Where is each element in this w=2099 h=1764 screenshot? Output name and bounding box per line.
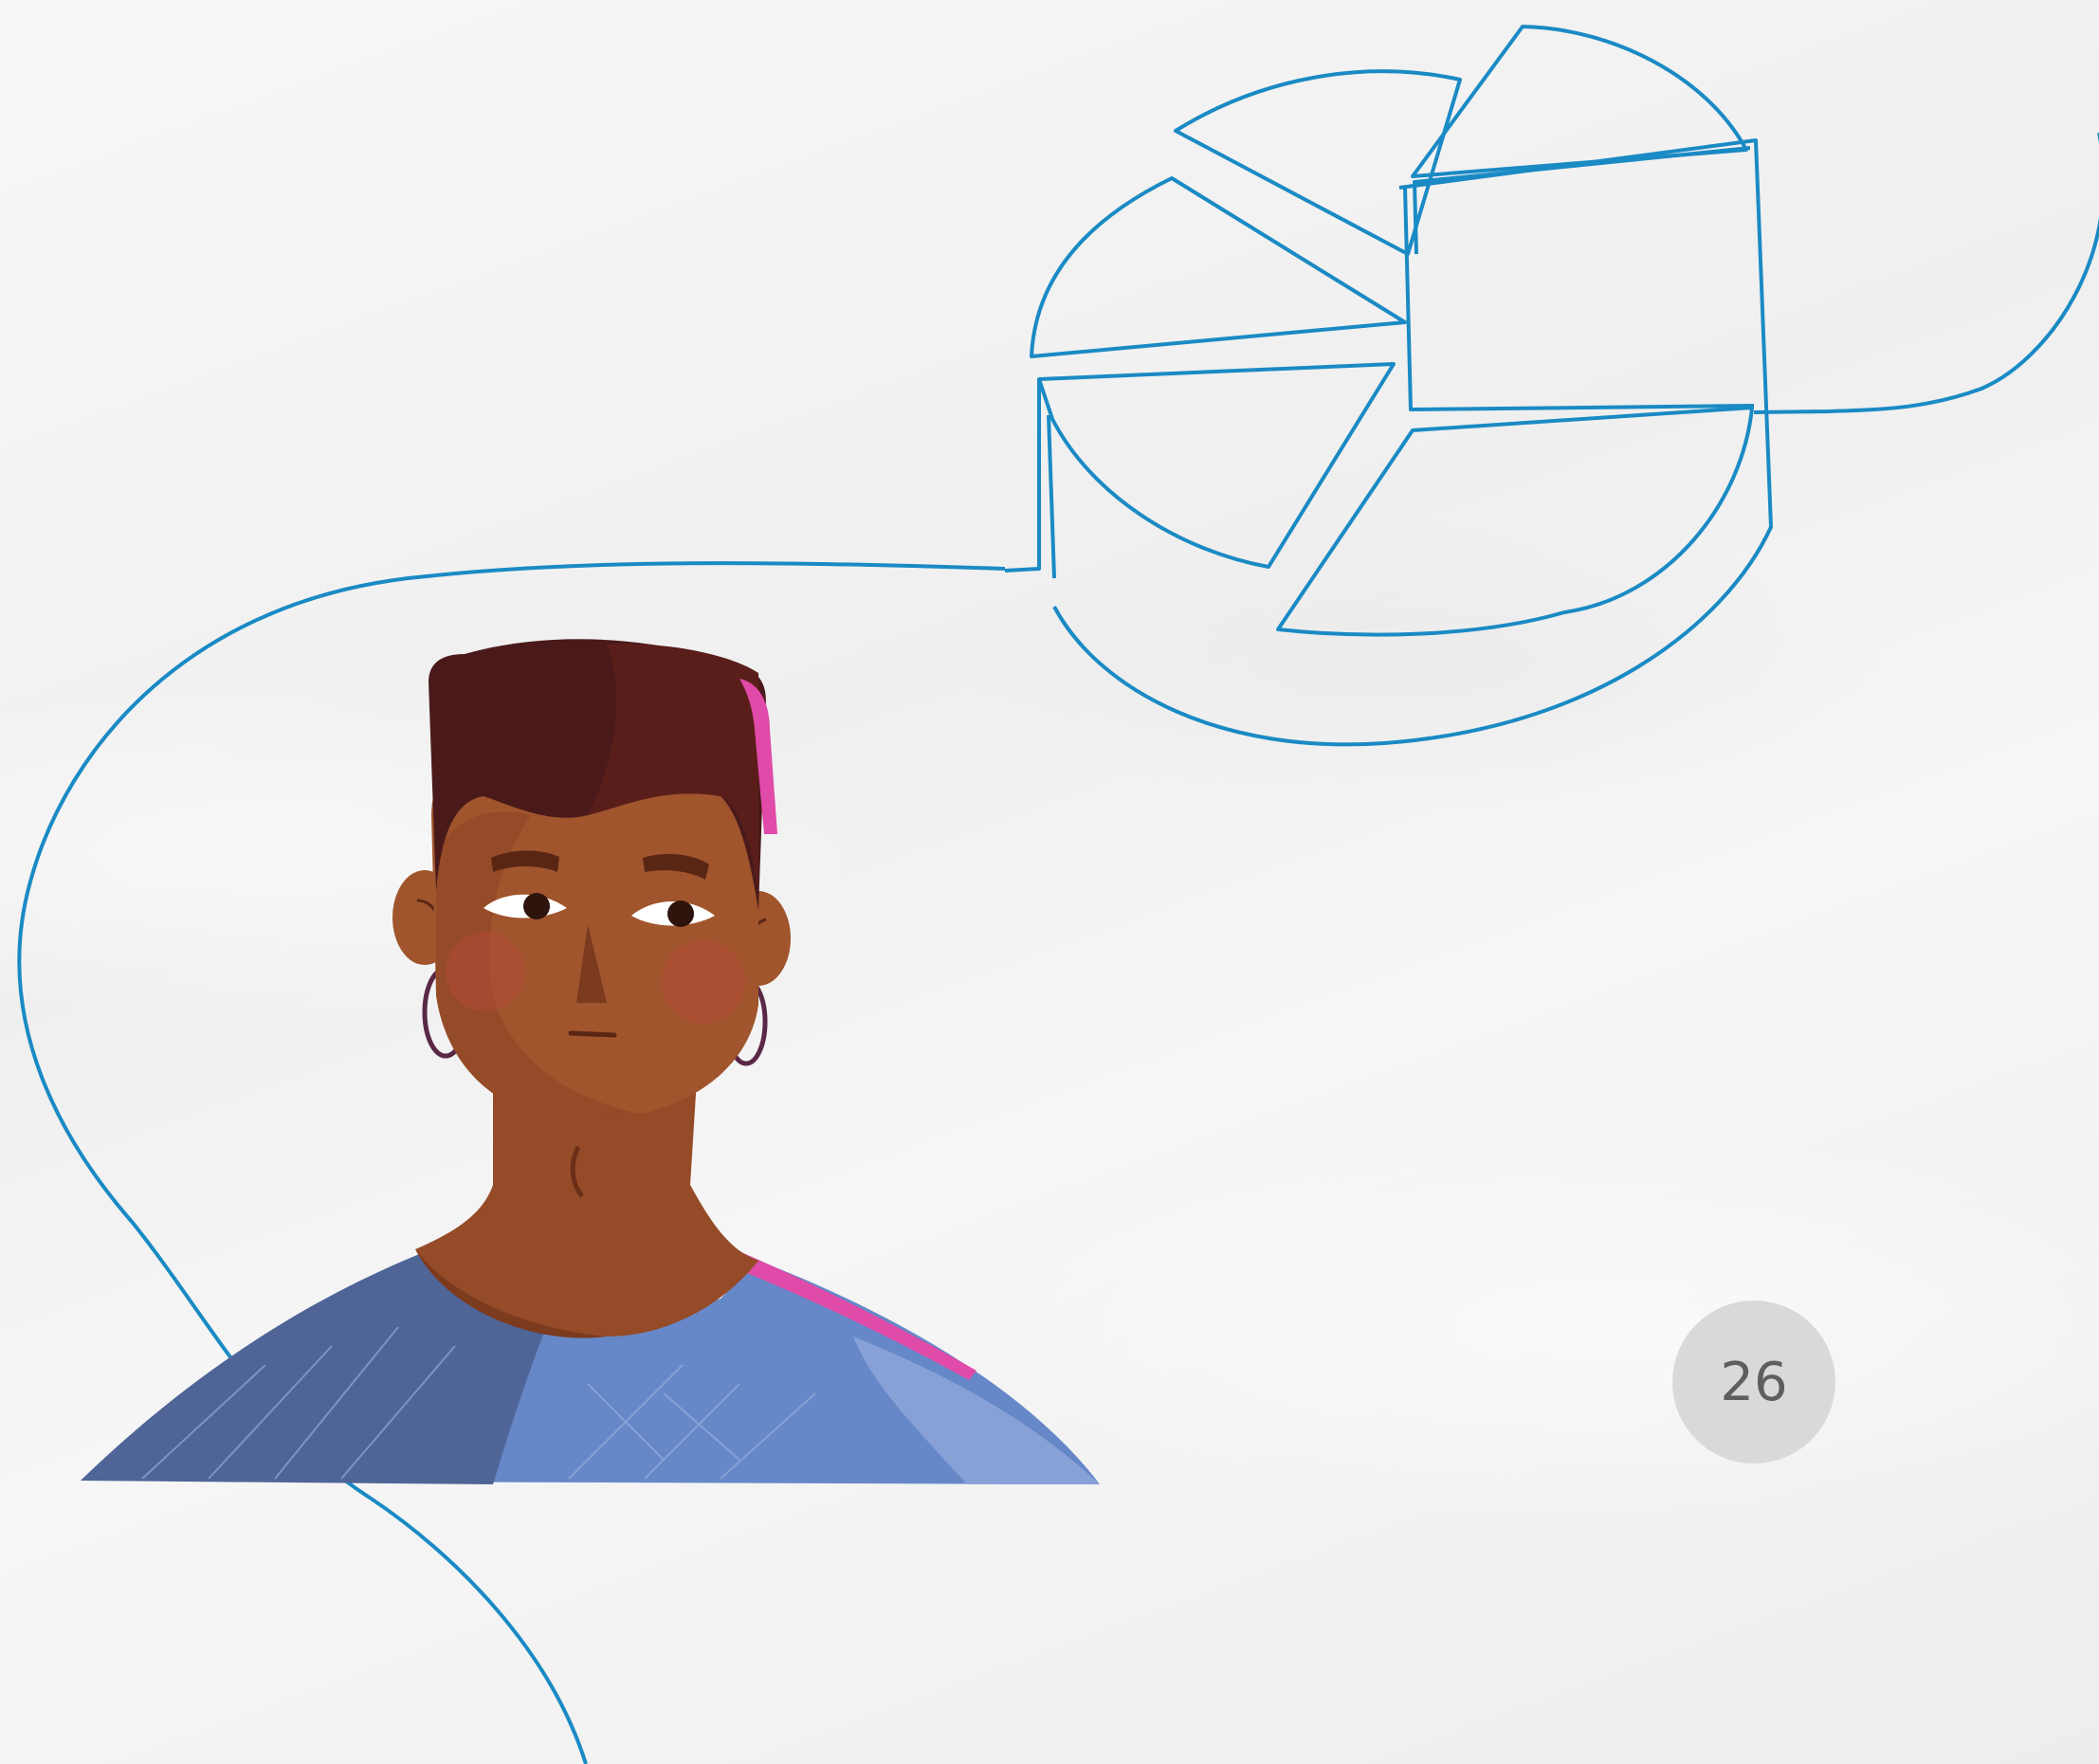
person-illustration [81, 639, 1100, 1484]
page-background: 26 [0, 0, 2099, 1764]
illustration-canvas [17, 25, 2099, 1764]
page-number-badge: 26 [1672, 1300, 1835, 1464]
page-number: 26 [1720, 1351, 1788, 1413]
exploded-pie-chart-icon [1004, 25, 1773, 747]
